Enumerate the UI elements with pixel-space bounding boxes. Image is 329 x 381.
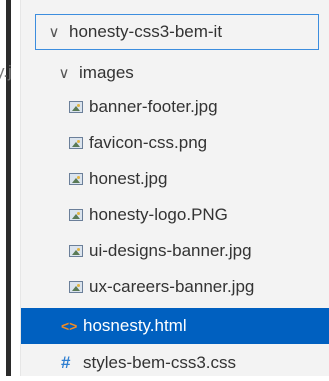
file-ui-designs-banner-jpg[interactable]: ui-designs-banner.jpg [21,233,329,269]
folder-images[interactable]: ∨ images [21,55,329,91]
file-explorer-tree: ∨ honesty-css3-bem-it ∨ images banner-fo… [20,0,329,376]
folder-label: images [79,63,134,82]
divider-bar [6,0,11,376]
image-file-icon [69,137,83,149]
file-favicon-css-png[interactable]: favicon-css.png [21,125,329,161]
file-label: honest.jpg [89,169,168,188]
focus-outline [35,14,319,50]
image-file-icon [69,101,83,113]
clipped-editor-text: y.j [0,62,12,81]
file-honesty-logo-png[interactable]: honesty-logo.PNG [21,197,329,233]
image-file-icon [69,245,83,257]
editor-left-edge [0,0,20,376]
file-hosnesty-html[interactable]: <> hosnesty.html [21,308,329,344]
html-code-icon: <> [61,318,78,334]
folder-honesty-css3-bem-it[interactable]: ∨ honesty-css3-bem-it [21,14,329,50]
file-label: styles-bem-css3.css [83,353,237,372]
image-file-icon [69,209,83,221]
image-file-icon [69,281,83,293]
chevron-down-icon[interactable]: ∨ [55,64,73,82]
file-label: honesty-logo.PNG [89,205,228,224]
file-ux-careers-banner-jpg[interactable]: ux-careers-banner.jpg [21,269,329,305]
file-honest-jpg[interactable]: honest.jpg [21,161,329,197]
css-hash-icon: # [61,353,71,372]
file-label: favicon-css.png [89,133,208,152]
file-banner-footer-jpg[interactable]: banner-footer.jpg [21,89,329,125]
file-label: banner-footer.jpg [89,97,218,116]
file-label: ux-careers-banner.jpg [89,277,255,296]
file-label: ui-designs-banner.jpg [89,241,252,260]
file-label: hosnesty.html [83,316,187,335]
image-file-icon [69,173,83,185]
